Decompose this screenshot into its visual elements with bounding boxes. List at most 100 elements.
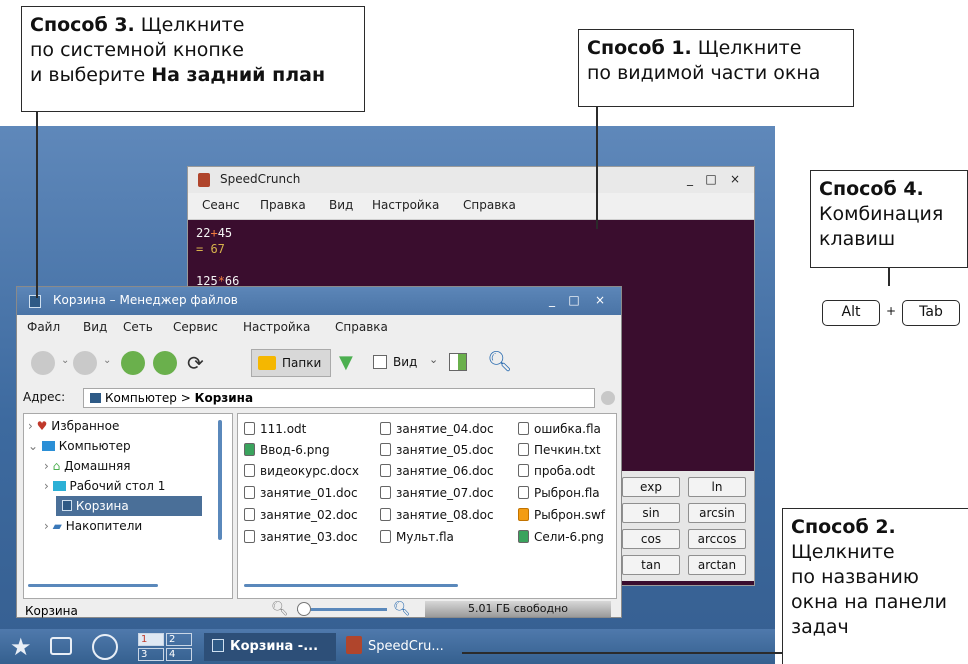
file-manager-titlebar[interactable]: Корзина – Менеджер файлов _ □ ×	[17, 287, 621, 315]
zoom-in-icon[interactable]: 🔍︎	[393, 601, 411, 617]
file-item[interactable]: занятие_02.doc	[244, 506, 358, 524]
arccos-button[interactable]: arccos	[688, 529, 746, 549]
speedcrunch-app-icon[interactable]	[198, 173, 210, 187]
tree-item-home[interactable]: › ⌂ Домашняя	[44, 456, 130, 476]
chevron-right-icon: ›	[44, 479, 49, 493]
arctan-button[interactable]: arctan	[688, 555, 746, 575]
folders-toggle-button[interactable]: Папки	[251, 349, 331, 377]
menu-settings[interactable]: Настройка	[243, 320, 310, 334]
search-icon[interactable]: 🔍︎	[487, 349, 512, 377]
clear-address-icon[interactable]	[601, 391, 615, 405]
document-icon	[380, 443, 391, 456]
document-icon	[244, 530, 255, 543]
tree-item-computer[interactable]: ⌄ Компьютер	[28, 436, 131, 456]
menu-edit[interactable]: Правка	[260, 198, 306, 212]
file-item[interactable]: занятие_01.doc	[244, 484, 358, 502]
forward-icon[interactable]	[73, 351, 97, 375]
address-separator: >	[180, 391, 191, 405]
back-icon[interactable]	[31, 351, 55, 375]
workspace-2[interactable]: 2	[166, 633, 192, 646]
tree-item-desktop[interactable]: › Рабочий стол 1	[44, 476, 165, 496]
sin-button[interactable]: sin	[622, 503, 680, 523]
address-path-current[interactable]: Корзина	[195, 391, 253, 405]
filter-icon[interactable]: ▼	[339, 351, 353, 379]
workspace-3[interactable]: 3	[138, 648, 164, 661]
file-item[interactable]: Рыброн.fla	[518, 484, 600, 502]
menu-help[interactable]: Справка	[463, 198, 516, 212]
menu-network[interactable]: Сеть	[123, 320, 153, 334]
tree-hscrollbar[interactable]	[28, 584, 158, 587]
file-item[interactable]: проба.odt	[518, 462, 595, 480]
file-manager-launcher-icon[interactable]	[92, 634, 118, 660]
address-input[interactable]: Компьютер > Корзина	[83, 388, 595, 408]
minimize-icon[interactable]: _	[683, 172, 697, 186]
file-item[interactable]: занятие_08.doc	[380, 506, 494, 524]
document-icon	[380, 508, 391, 521]
ln-button[interactable]: ln	[688, 477, 746, 497]
file-item[interactable]: занятие_07.doc	[380, 484, 494, 502]
speedcrunch-app-icon	[346, 636, 362, 654]
menu-file[interactable]: Файл	[27, 320, 60, 334]
close-icon[interactable]: ×	[593, 293, 607, 307]
trash-icon[interactable]	[29, 295, 41, 308]
arcsin-button[interactable]: arcsin	[688, 503, 746, 523]
menu-help[interactable]: Справка	[335, 320, 388, 334]
file-item[interactable]: Мульт.fla	[380, 528, 454, 546]
taskbar-item-file-manager[interactable]: Корзина -...	[204, 633, 336, 661]
speedcrunch-titlebar[interactable]: SpeedCrunch _ □ ×	[188, 167, 754, 194]
zoom-out-icon[interactable]: 🔍︎	[271, 601, 289, 617]
tan-button[interactable]: tan	[622, 555, 680, 575]
chevron-down-icon[interactable]: ⌄	[103, 355, 111, 383]
tree-item-favorites[interactable]: › ♥ Избранное	[28, 416, 119, 436]
menu-view[interactable]: Вид	[329, 198, 353, 212]
zoom-slider-handle[interactable]	[297, 602, 311, 616]
file-manager-window[interactable]: Корзина – Менеджер файлов _ □ × Файл Вид…	[16, 286, 622, 618]
menu-settings[interactable]: Настройка	[372, 198, 439, 212]
menu-view[interactable]: Вид	[83, 320, 107, 334]
file-item[interactable]: Сели-6.png	[518, 528, 604, 546]
menu-tools[interactable]: Сервис	[173, 320, 218, 334]
maximize-icon[interactable]: □	[704, 172, 718, 186]
tree-scrollbar[interactable]	[218, 420, 222, 540]
status-location: Корзина	[25, 604, 78, 618]
heart-icon: ♥	[36, 419, 48, 433]
workspace-1[interactable]: 1	[138, 633, 164, 646]
taskbar-item-speedcrunch[interactable]: SpeedCru...	[342, 633, 472, 661]
start-menu-icon[interactable]: ★	[10, 633, 32, 661]
maximize-icon[interactable]: □	[567, 293, 581, 307]
monitor-icon	[41, 441, 55, 451]
home-icon: ⌂	[52, 459, 61, 473]
file-item[interactable]: ошибка.fla	[518, 420, 601, 438]
file-item[interactable]: Печкин.txt	[518, 441, 601, 459]
close-icon[interactable]: ×	[728, 172, 742, 186]
exp-button[interactable]: exp	[622, 477, 680, 497]
file-item[interactable]: Ввод-6.png	[244, 441, 330, 459]
workspace-4[interactable]: 4	[166, 648, 192, 661]
minimize-icon[interactable]: _	[545, 293, 559, 307]
callout-method-3: Способ 3. Щелкните по системной кнопке и…	[21, 6, 365, 112]
refresh-icon[interactable]: ⟳	[187, 351, 204, 379]
split-view-icon[interactable]	[449, 353, 467, 371]
chevron-right-icon: ›	[44, 519, 49, 533]
chevron-down-icon[interactable]: ⌄	[61, 355, 69, 383]
up-icon[interactable]	[121, 351, 145, 375]
address-path-computer[interactable]: Компьютер	[105, 391, 177, 405]
trash-icon	[62, 500, 72, 511]
file-item[interactable]: занятие_03.doc	[244, 528, 358, 546]
file-item[interactable]: Рыброн.swf	[518, 506, 605, 524]
home-icon[interactable]	[153, 351, 177, 375]
show-desktop-icon[interactable]	[50, 637, 72, 655]
menu-session[interactable]: Сеанс	[202, 198, 240, 212]
tree-item-drives[interactable]: › ▰ Накопители	[44, 516, 142, 536]
cos-button[interactable]: cos	[622, 529, 680, 549]
tree-item-trash-selected[interactable]: Корзина	[56, 496, 202, 516]
file-item[interactable]: 111.odt	[244, 420, 306, 438]
file-item[interactable]: видеокурс.docx	[244, 462, 359, 480]
file-item[interactable]: занятие_04.doc	[380, 420, 494, 438]
file-item[interactable]: занятие_06.doc	[380, 462, 494, 480]
file-item[interactable]: занятие_05.doc	[380, 441, 494, 459]
view-button[interactable]: Вид ⌄	[371, 349, 441, 377]
workspace-switcher[interactable]: 1 2 3 4	[138, 633, 194, 661]
files-hscrollbar[interactable]	[244, 584, 458, 587]
callout-method-2: Способ 2. Щелкните по названию окна на п…	[782, 508, 968, 664]
